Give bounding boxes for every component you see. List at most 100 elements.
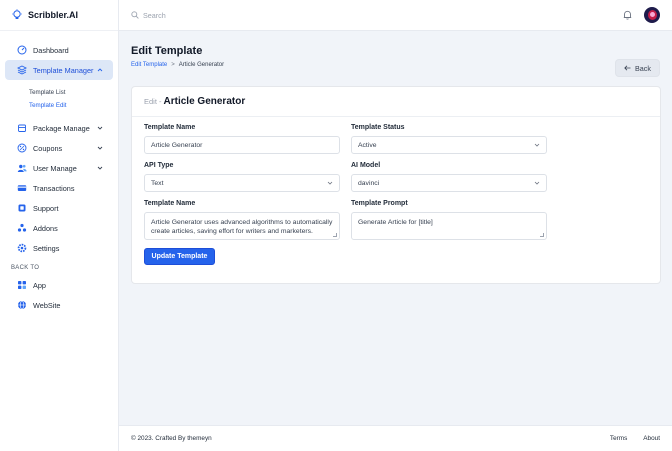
footer-link-about[interactable]: About bbox=[643, 435, 660, 442]
footer-links: Terms About bbox=[610, 435, 660, 442]
prompt-textarea[interactable]: Generate Article for [title] bbox=[351, 212, 547, 240]
breadcrumb-current: Article Generator bbox=[178, 62, 225, 68]
template-status-field-group: Template Status Active bbox=[351, 124, 547, 154]
breadcrumb-link-edit-template[interactable]: Edit Template bbox=[131, 62, 167, 68]
sidebar-item-package-manage[interactable]: Package Manage bbox=[5, 118, 113, 138]
chevron-down-icon bbox=[534, 143, 540, 147]
edit-template-form: Template Name Article Generator Template… bbox=[132, 117, 660, 265]
api-type-field-group: API Type Text bbox=[144, 162, 340, 192]
template-submenu: Template List Template Edit bbox=[0, 80, 118, 114]
gauge-icon bbox=[17, 45, 27, 55]
users-icon bbox=[17, 163, 27, 173]
prompt-value: Generate Article for [title] bbox=[358, 219, 433, 226]
bell-icon[interactable] bbox=[623, 10, 632, 20]
back-to-section-label: BACK TO bbox=[11, 265, 40, 271]
bulb-logo-icon bbox=[12, 9, 22, 19]
sidebar-item-label: Template Manager bbox=[33, 65, 94, 75]
back-button-label: Back bbox=[635, 63, 651, 73]
card-header: Edit - Article Generator bbox=[132, 87, 660, 117]
sidebar-item-label: User Manage bbox=[33, 163, 77, 173]
chevron-up-icon bbox=[97, 68, 103, 72]
copyright-text: © 2023. Crafted By themeyn bbox=[131, 435, 212, 442]
api-type-value: Text bbox=[151, 179, 164, 187]
chevron-down-icon bbox=[327, 181, 333, 185]
sidebar-item-label: Package Manage bbox=[33, 123, 90, 133]
description-field-group: Template Name Article Generator uses adv… bbox=[144, 200, 340, 240]
resize-handle-icon[interactable] bbox=[333, 233, 337, 237]
template-name-field-group: Template Name Article Generator bbox=[144, 124, 340, 154]
sidebar-subitem-template-edit[interactable]: Template Edit bbox=[29, 99, 118, 112]
template-status-select[interactable]: Active bbox=[351, 136, 547, 154]
sidebar-item-app[interactable]: App bbox=[5, 275, 113, 295]
gear-icon bbox=[17, 243, 27, 253]
footer: © 2023. Crafted By themeyn Terms About bbox=[119, 425, 672, 451]
sidebar-item-addons[interactable]: Addons bbox=[5, 218, 113, 238]
prompt-label: Template Prompt bbox=[351, 200, 408, 207]
package-icon bbox=[17, 123, 27, 133]
brand[interactable]: Scribbler.AI bbox=[0, 0, 118, 31]
resize-handle-icon[interactable] bbox=[540, 233, 544, 237]
sidebar-item-user-manage[interactable]: User Manage bbox=[5, 158, 113, 178]
sidebar-item-label: WebSite bbox=[33, 300, 61, 310]
back-button[interactable]: Back bbox=[615, 59, 660, 77]
api-type-select[interactable]: Text bbox=[144, 174, 340, 192]
globe-icon bbox=[17, 300, 27, 310]
grid-icon bbox=[17, 280, 27, 290]
template-name-value: Article Generator bbox=[151, 141, 203, 149]
card-icon bbox=[17, 183, 27, 193]
form-row: API Type Text AI Model davinci bbox=[144, 162, 648, 192]
form-row: Template Name Article Generator uses adv… bbox=[144, 200, 648, 240]
chevron-down-icon bbox=[97, 126, 103, 130]
sidebar-item-template-manager[interactable]: Template Manager bbox=[5, 60, 113, 80]
sidebar-item-website[interactable]: WebSite bbox=[5, 295, 113, 315]
edit-template-card: Edit - Article Generator Template Name A… bbox=[131, 86, 661, 284]
search-input[interactable] bbox=[143, 10, 343, 20]
brand-name: Scribbler.AI bbox=[28, 10, 79, 20]
update-template-button[interactable]: Update Template bbox=[144, 248, 215, 265]
chevron-down-icon bbox=[97, 166, 103, 170]
sidebar-item-coupons[interactable]: Coupons bbox=[5, 138, 113, 158]
search-box bbox=[119, 10, 623, 20]
support-icon bbox=[17, 203, 27, 213]
footer-link-terms[interactable]: Terms bbox=[610, 435, 627, 442]
avatar[interactable] bbox=[644, 7, 660, 23]
sidebar: Scribbler.AI Dashboard Template Manager … bbox=[0, 0, 119, 451]
topbar-actions bbox=[623, 7, 672, 23]
template-name-label: Template Name bbox=[144, 124, 196, 131]
form-row: Template Name Article Generator Template… bbox=[144, 124, 648, 154]
sidebar-subitem-template-list[interactable]: Template List bbox=[29, 86, 118, 99]
description-label: Template Name bbox=[144, 200, 196, 207]
sidebar-item-label: Support bbox=[33, 203, 59, 213]
search-icon bbox=[131, 11, 139, 19]
template-name-input[interactable]: Article Generator bbox=[144, 136, 340, 154]
ai-model-select[interactable]: davinci bbox=[351, 174, 547, 192]
page-title: Edit Template bbox=[131, 45, 203, 57]
sidebar-item-support[interactable]: Support bbox=[5, 198, 113, 218]
layers-icon bbox=[17, 65, 27, 75]
prompt-field-group: Template Prompt Generate Article for [ti… bbox=[351, 200, 547, 240]
chevron-down-icon bbox=[534, 181, 540, 185]
coupon-icon bbox=[17, 143, 27, 153]
page-header: Edit Template Edit Template > Article Ge… bbox=[131, 31, 660, 77]
template-status-label: Template Status bbox=[351, 124, 405, 131]
arrow-left-icon bbox=[624, 65, 631, 71]
card-title-prefix: Edit - bbox=[144, 97, 162, 106]
card-title: Article Generator bbox=[163, 96, 246, 107]
sidebar-nav: Dashboard Template Manager Template List… bbox=[0, 31, 118, 315]
ai-model-field-group: AI Model davinci bbox=[351, 162, 547, 192]
description-textarea[interactable]: Article Generator uses advanced algorith… bbox=[144, 212, 340, 240]
sidebar-item-label: Transactions bbox=[33, 183, 75, 193]
sidebar-item-label: Settings bbox=[33, 243, 60, 253]
breadcrumb: Edit Template > Article Generator bbox=[131, 62, 224, 68]
ai-model-value: davinci bbox=[358, 179, 380, 187]
chevron-down-icon bbox=[97, 146, 103, 150]
api-type-label: API Type bbox=[144, 162, 174, 169]
description-value: Article Generator uses advanced algorith… bbox=[151, 219, 333, 235]
breadcrumb-separator: > bbox=[171, 62, 175, 68]
main-content: Edit Template Edit Template > Article Ge… bbox=[119, 31, 672, 425]
sidebar-item-dashboard[interactable]: Dashboard bbox=[5, 40, 113, 60]
sidebar-item-transactions[interactable]: Transactions bbox=[5, 178, 113, 198]
sidebar-item-label: Dashboard bbox=[33, 45, 69, 55]
sidebar-item-settings[interactable]: Settings bbox=[5, 238, 113, 258]
puzzle-icon bbox=[17, 223, 27, 233]
